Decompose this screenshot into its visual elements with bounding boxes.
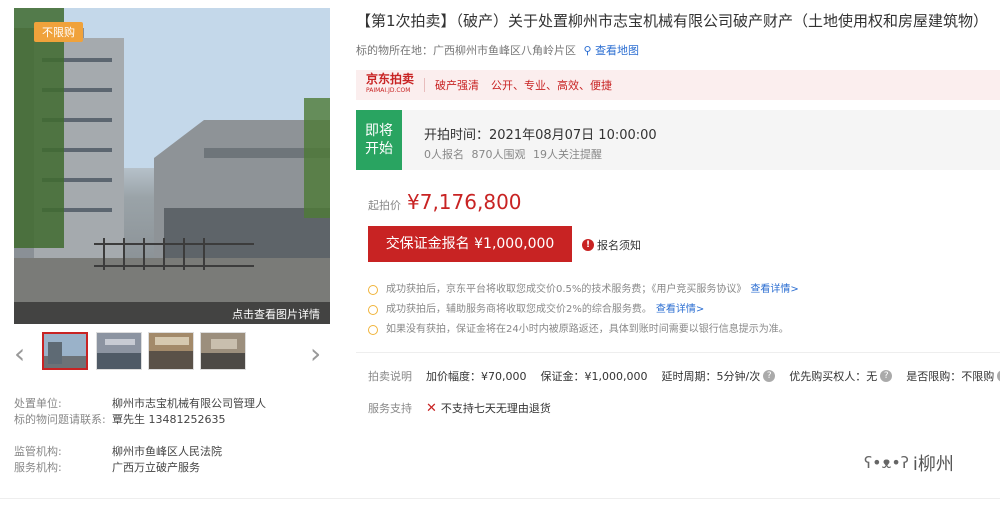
tip-text: 如果没有获拍，保证金将在24小时内被原路返还，具体到账时间需要以银行信息提示为准… — [386, 324, 789, 335]
disposal-info: 处置单位: 柳州市志宝机械有限公司管理人 标的物问题请联系: 覃先生 13481… — [14, 396, 266, 476]
slogan-bar: 京东拍卖 PAIMAI.JD.COM 破产强清 公开、专业、高效、便捷 — [356, 70, 1000, 100]
thumbnail-1[interactable] — [42, 332, 88, 370]
thumbnail-4[interactable] — [200, 332, 246, 370]
thumbnail-image — [97, 333, 141, 369]
thumbnail-2[interactable] — [96, 332, 142, 370]
view-map-link[interactable]: ⚲ 查看地图 — [584, 44, 640, 57]
notice-label: 报名须知 — [597, 239, 641, 252]
auction-stats: 0人报名 870人围观 19人关注提醒 — [424, 148, 602, 161]
tip-details-link[interactable]: 查看详情> — [656, 300, 704, 320]
info-row: 标的物问题请联系: 覃先生 13481252635 — [14, 412, 266, 428]
pay-deposit-button[interactable]: 交保证金报名 ¥1,000,000 — [368, 226, 572, 262]
thumbnail-image — [201, 333, 245, 369]
status-badge: 即将开始 — [356, 110, 402, 170]
bulb-icon — [368, 285, 378, 295]
info-row: 处置单位: 柳州市志宝机械有限公司管理人 — [14, 396, 266, 412]
tip-text: 成功获拍后，京东平台将收取您成交价0.5%的技术服务费；《用户竞买服务协议》 — [386, 284, 747, 295]
thumbnail-3[interactable] — [148, 332, 194, 370]
building-photo — [14, 8, 330, 324]
price-value: ¥7,176,800 — [407, 190, 522, 214]
info-value: 广西万立破产服务 — [112, 461, 200, 474]
location-text: 标的物所在地：广西柳州市鱼峰区八角岭片区 — [356, 44, 576, 57]
tip-item: 成功获拍后，京东平台将收取您成交价0.5%的技术服务费；《用户竞买服务协议》 查… — [368, 280, 799, 300]
wechat-watermark: ʕ•ᴥ•ʔ i柳州 — [864, 450, 954, 476]
increment: 加价幅度：¥70,000 — [426, 370, 527, 383]
tip-details-link[interactable]: 查看详情> — [750, 280, 798, 300]
tip-item: 如果没有获拍，保证金将在24小时内被原路返还，具体到账时间需要以银行信息提示为准… — [368, 320, 799, 340]
tip-item: 成功获拍后，辅助服务商将收取您成交价2%的综合服务费。 查看详情> — [368, 300, 799, 320]
unlimited-purchase-badge: 不限购 — [34, 22, 83, 42]
auction-params: 拍卖说明 加价幅度：¥70,000 保证金：¥1,000,000 延时周期：5分… — [368, 368, 1000, 384]
priority-buyer: 优先购买权人：无 ? — [789, 368, 893, 384]
view-photo-details-link[interactable]: 点击查看图片详情 — [14, 302, 330, 324]
close-icon: ✕ — [426, 400, 437, 416]
tips-list: 成功获拍后，京东平台将收取您成交价0.5%的技术服务费；《用户竞买服务协议》 查… — [368, 280, 799, 340]
bulb-icon — [368, 325, 378, 335]
service-support: 服务支持 ✕ 不支持七天无理由退货 — [368, 400, 551, 416]
auction-status-box: 即将开始 开拍时间：2021年08月07日 10:00:00 0人报名 870人… — [356, 110, 1000, 170]
thumbnail-image — [149, 333, 193, 369]
wechat-icon: ʕ•ᴥ•ʔ — [864, 453, 909, 472]
info-label: 服务机构: — [14, 461, 62, 474]
service-text: 不支持七天无理由退货 — [440, 402, 551, 415]
location-line: 标的物所在地：广西柳州市鱼峰区八角岭片区 ⚲ 查看地图 — [356, 42, 639, 58]
next-arrow-icon[interactable]: › — [310, 340, 321, 368]
info-label: 标的物问题请联系: — [14, 413, 106, 426]
status-label: 即将开始 — [365, 123, 393, 157]
tip-text: 成功获拍后，辅助服务商将收取您成交价2%的综合服务费。 — [386, 304, 652, 315]
params-label: 拍卖说明 — [368, 370, 412, 383]
info-value: 覃先生 13481252635 — [112, 413, 226, 426]
priority-text: 优先购买权人：无 — [789, 370, 878, 383]
auction-title: 【第1次拍卖】（破产）关于处置柳州市志宝机械有限公司破产财产（土地使用权和房屋建… — [356, 12, 989, 30]
main-photo[interactable]: 不限购 点击查看图片详情 — [14, 8, 330, 324]
info-value: 柳州市鱼峰区人民法院 — [112, 445, 222, 458]
purchase-limit: 是否限购：不限购 ? — [906, 368, 1000, 384]
price-label: 起拍价 — [368, 199, 401, 212]
info-value: 柳州市志宝机械有限公司管理人 — [112, 397, 266, 410]
jd-logo-subtext: PAIMAI.JD.COM — [366, 87, 411, 94]
registration-notice-link[interactable]: ! 报名须知 — [582, 237, 641, 253]
info-label: 监管机构: — [14, 445, 62, 458]
prev-arrow-icon[interactable]: ‹ — [14, 340, 25, 368]
view-map-label: 查看地图 — [595, 44, 640, 57]
help-icon[interactable]: ? — [880, 370, 893, 382]
bottom-divider — [0, 498, 1000, 499]
limit-text: 是否限购：不限购 — [906, 370, 995, 383]
help-icon[interactable]: ? — [763, 370, 776, 382]
jd-auction-logo: 京东拍卖 PAIMAI.JD.COM — [366, 72, 415, 96]
info-label: 处置单位: — [14, 397, 62, 410]
exclamation-icon: ! — [582, 239, 594, 251]
divider — [424, 78, 426, 92]
thumbnail-image — [44, 334, 86, 368]
info-row: 服务机构: 广西万立破产服务 — [14, 460, 266, 476]
jd-logo-text: 京东拍卖 — [366, 72, 415, 86]
thumbnail-carousel: ‹ › — [14, 330, 330, 378]
watermark-text: i柳州 — [912, 454, 954, 475]
slogan-tag: 破产强清 — [435, 79, 480, 92]
delay-text: 延时周期：5分钟/次 — [661, 370, 761, 383]
start-time: 开拍时间：2021年08月07日 10:00:00 — [424, 128, 657, 143]
starting-price: 起拍价 ¥7,176,800 — [368, 190, 522, 214]
service-label: 服务支持 — [368, 402, 412, 415]
deposit: 保证金：¥1,000,000 — [540, 370, 648, 383]
map-pin-icon: ⚲ — [583, 44, 592, 57]
section-divider — [356, 352, 1000, 353]
bulb-icon — [368, 305, 378, 315]
delay-period: 延时周期：5分钟/次 ? — [661, 368, 776, 384]
info-row: 监管机构: 柳州市鱼峰区人民法院 — [14, 444, 266, 460]
slogan-text: 公开、专业、高效、便捷 — [491, 79, 613, 92]
